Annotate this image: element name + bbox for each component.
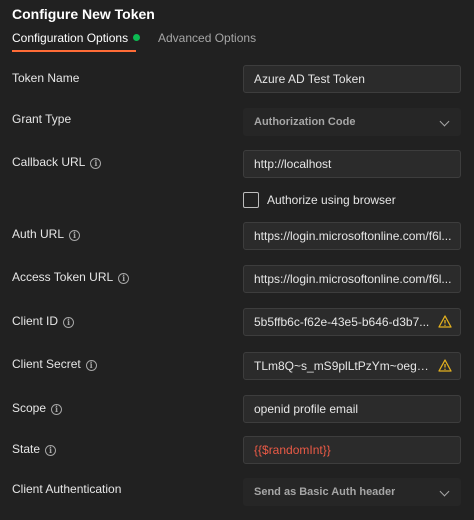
token-name-input[interactable]: Azure AD Test Token [243,65,461,93]
access-token-url-value: https://login.microsoftonline.com/f6l... [254,272,452,286]
access-token-url-input[interactable]: https://login.microsoftonline.com/f6l... [243,265,461,293]
auth-url-label-row: Auth URL i [12,226,81,242]
tab-advanced-options[interactable]: Advanced Options [158,30,256,52]
auth-url-input[interactable]: https://login.microsoftonline.com/f6l... [243,222,461,250]
authorize-browser-checkbox[interactable] [243,192,259,208]
client-id-value: 5b5ffb6c-f62e-43e5-b646-d3b7... [254,315,430,329]
info-icon[interactable]: i [85,360,97,371]
client-id-label: Client ID [12,314,59,328]
client-secret-label-row: Client Secret i [12,356,97,372]
token-name-value: Azure AD Test Token [254,72,365,86]
client-secret-value: TLm8Q~s_mS9plLtPzYm~oegpGl... [254,359,434,373]
info-icon[interactable]: i [51,404,63,415]
client-id-input[interactable]: 5b5ffb6c-f62e-43e5-b646-d3b7... [243,308,461,336]
access-token-url-label-row: Access Token URL i [12,269,130,285]
state-label: State [12,442,41,456]
callback-url-value: http://localhost [254,157,332,171]
client-secret-input[interactable]: TLm8Q~s_mS9plLtPzYm~oegpGl... [243,352,461,380]
grant-type-select[interactable]: Authorization Code [243,108,461,136]
state-label-row: State i [12,441,57,457]
chevron-down-icon [439,486,450,497]
client-secret-label: Client Secret [12,357,81,371]
tab-configuration-options[interactable]: Configuration Options [12,30,141,52]
tab-bar: Configuration Options Advanced Options [0,30,474,56]
state-input[interactable]: {{$randomInt}} [243,436,461,464]
access-token-url-label: Access Token URL [12,270,114,284]
token-name-label: Token Name [12,71,80,85]
tab-label: Advanced Options [158,31,257,45]
auth-url-label: Auth URL [12,227,65,241]
grant-type-label: Grant Type [12,112,72,126]
grant-type-value: Authorization Code [254,116,356,128]
scope-input[interactable]: openid profile email [243,395,461,423]
page-title: Configure New Token [12,6,155,22]
info-icon[interactable]: i [45,445,57,456]
client-auth-select[interactable]: Send as Basic Auth header [243,478,461,506]
warning-icon[interactable] [438,359,452,372]
info-icon[interactable]: i [69,230,81,241]
status-dot-icon [133,34,141,41]
tab-label: Configuration Options [12,31,129,45]
scope-value: openid profile email [254,402,359,416]
auth-url-value: https://login.microsoftonline.com/f6l... [254,229,452,243]
client-auth-value: Send as Basic Auth header [254,486,396,498]
callback-url-label: Callback URL [12,155,86,169]
scope-label: Scope [12,401,47,415]
callback-url-label-row: Callback URL i [12,154,102,170]
scope-label-row: Scope i [12,400,63,416]
state-variable-value: {{$randomInt}} [254,443,331,457]
chevron-down-icon [439,116,450,127]
callback-url-input[interactable]: http://localhost [243,150,461,178]
info-icon[interactable]: i [63,317,75,328]
info-icon[interactable]: i [118,273,130,284]
info-icon[interactable]: i [90,158,102,169]
authorize-browser-label[interactable]: Authorize using browser [267,193,396,207]
active-tab-indicator [12,50,136,52]
client-id-label-row: Client ID i [12,313,75,329]
warning-icon[interactable] [438,315,452,328]
client-auth-label: Client Authentication [12,482,122,496]
